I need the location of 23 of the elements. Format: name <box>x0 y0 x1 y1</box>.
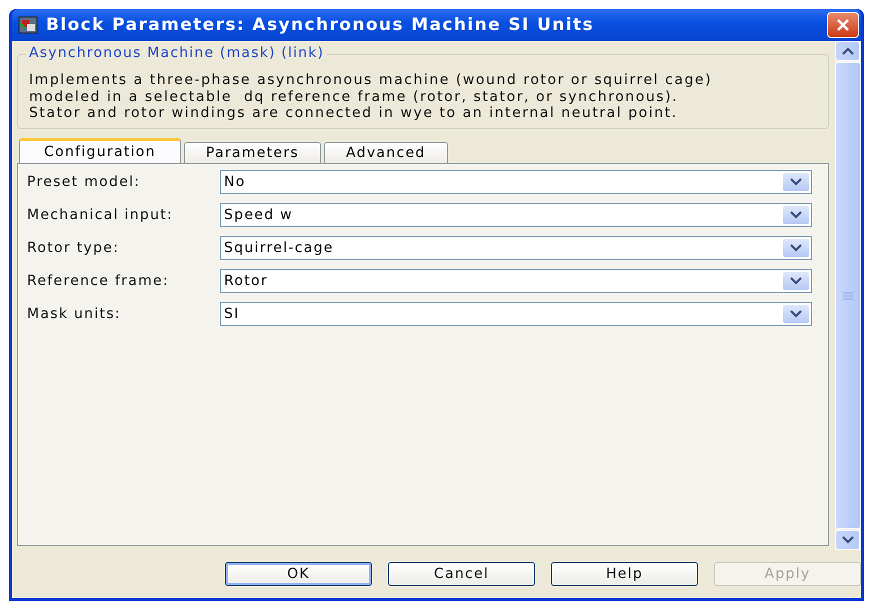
tab[interactable]: Parameters <box>184 142 321 162</box>
field-label: Rotor type: <box>26 240 120 256</box>
dropdown[interactable]: No <box>220 170 812 194</box>
field-label: Preset model: <box>26 174 142 190</box>
field-label: Mask units: <box>26 306 122 322</box>
dialog-button[interactable]: Cancel <box>388 562 535 586</box>
dialog-button[interactable]: Help <box>551 562 698 586</box>
description-text: Implements a three-phase asynchronous machine (wound rotor or squirrel cage) modeled in a selectable dq reference frame (rotor, stator, or synchronous). Stator and rotor windings are connected in wye to an internal neutral point. <box>29 72 714 122</box>
block-icon <box>18 16 38 34</box>
close-icon[interactable] <box>827 12 859 38</box>
dropdown[interactable]: SI <box>220 302 812 326</box>
field-label: Reference frame: <box>26 273 170 289</box>
dropdown[interactable]: Squirrel-cage <box>220 236 812 260</box>
scroll-up-icon[interactable] <box>835 41 860 61</box>
field-label: Mechanical input: <box>26 207 174 223</box>
scroll-down-icon[interactable] <box>835 530 860 550</box>
tab[interactable]: Configuration <box>19 138 181 162</box>
dropdown[interactable]: Rotor <box>220 269 812 293</box>
tab[interactable]: Advanced <box>324 142 448 162</box>
group-title: Asynchronous Machine (mask) (link) <box>26 45 328 61</box>
dropdown[interactable]: Speed w <box>220 203 812 227</box>
dialog-button[interactable]: OK <box>225 562 372 586</box>
window-title: Block Parameters: Asynchronous Machine SI Units <box>46 15 596 35</box>
